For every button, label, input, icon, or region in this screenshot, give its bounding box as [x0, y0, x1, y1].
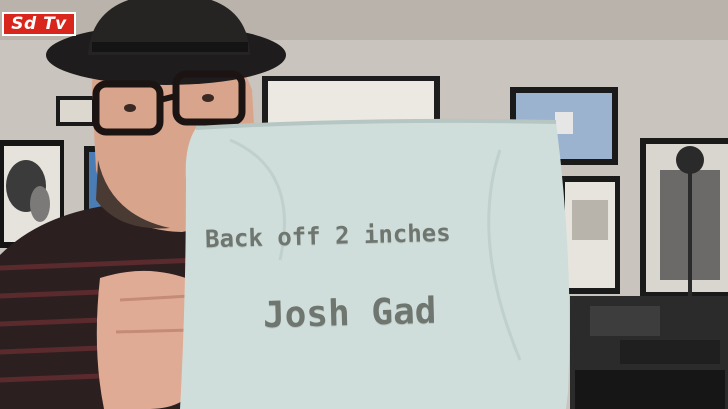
framed-poster-left-top	[56, 96, 96, 126]
channel-badge: Sd Tv	[2, 12, 76, 36]
framed-poster-right-mid	[560, 176, 620, 294]
pillow	[180, 118, 570, 409]
video-frame: Sd Tv Back off 2 inches Josh Gad	[0, 0, 728, 409]
shelf-electronics	[570, 296, 728, 409]
room-background	[0, 0, 728, 409]
pillow-embroidery-line2: Josh Gad	[262, 290, 437, 337]
